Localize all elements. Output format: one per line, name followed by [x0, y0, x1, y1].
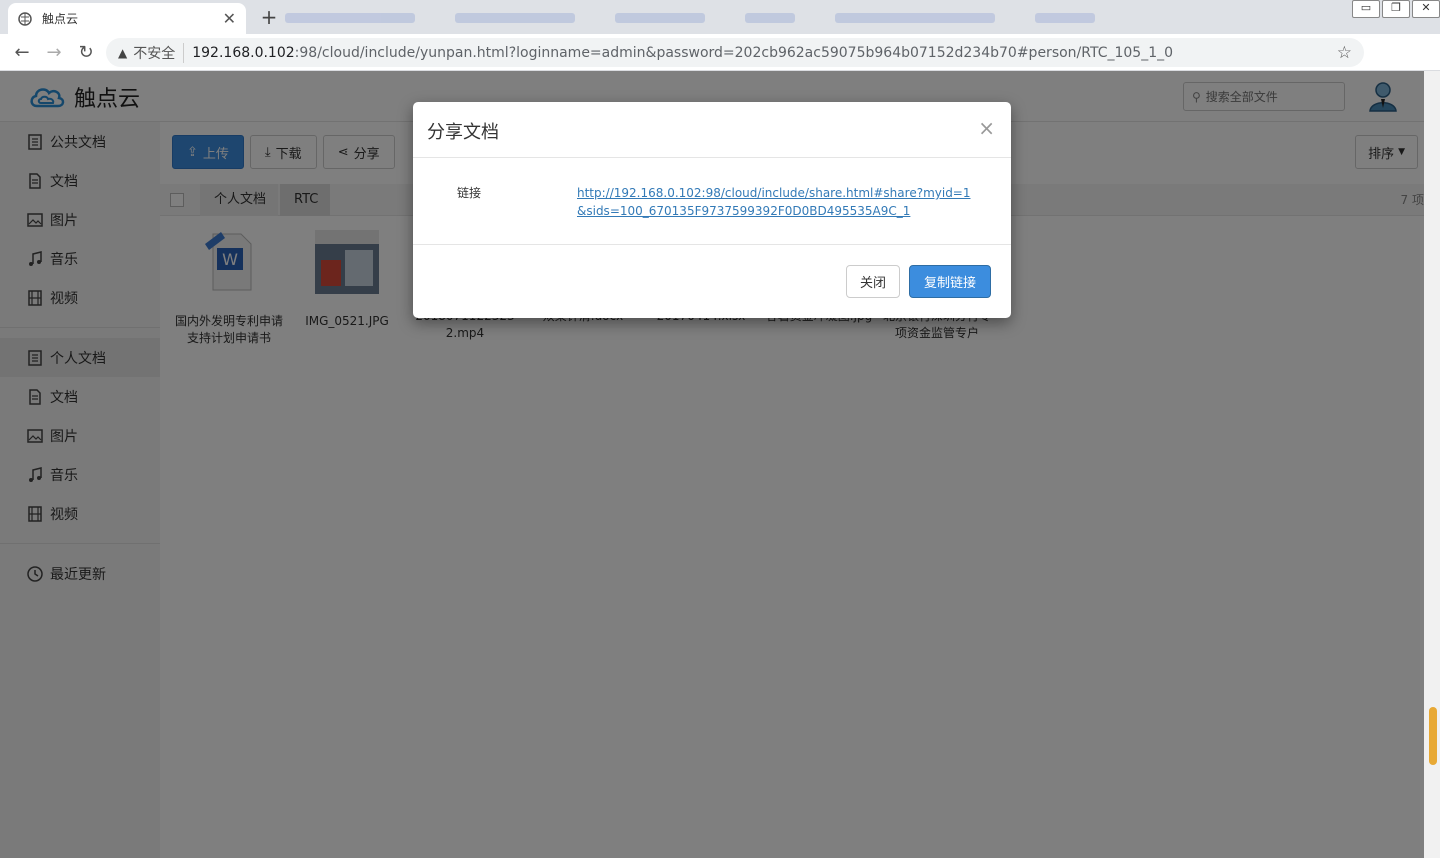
url-path: :98/cloud/include/yunpan.html?loginname=… [294, 44, 1174, 61]
forward-arrow-icon[interactable]: → [38, 42, 70, 63]
bookmark-star-icon[interactable]: ☆ [1337, 43, 1352, 63]
close-window-icon[interactable]: ✕ [1412, 0, 1440, 18]
back-arrow-icon[interactable]: ← [6, 42, 38, 63]
dialog-title: 分享文档 [427, 122, 499, 143]
url-host: 192.168.0.102 [192, 44, 295, 61]
scrollbar-thumb[interactable] [1429, 707, 1437, 765]
window-controls: ▭ ❐ ✕ [1352, 0, 1440, 18]
close-button[interactable]: 关闭 [846, 265, 900, 298]
address-bar[interactable]: ▲ 不安全 192.168.0.102:98/cloud/include/yun… [106, 38, 1364, 67]
tab-title: 触点云 [42, 12, 79, 26]
reload-icon[interactable]: ↻ [70, 42, 102, 63]
background-tabs[interactable] [285, 8, 1315, 28]
dialog-footer: 关闭 复制链接 [413, 245, 1011, 317]
share-link[interactable]: http://192.168.0.102:98/cloud/include/sh… [577, 184, 977, 220]
tab-close-icon[interactable]: ✕ [223, 9, 236, 28]
browser-toolbar: ← → ↻ ▲ 不安全 192.168.0.102:98/cloud/inclu… [0, 34, 1440, 97]
close-icon[interactable]: × [978, 116, 995, 140]
insecure-label[interactable]: 不安全 [133, 42, 185, 63]
warning-triangle-icon: ▲ [118, 45, 128, 60]
copy-link-button[interactable]: 复制链接 [909, 265, 991, 298]
restore-window-icon[interactable]: ❐ [1382, 0, 1410, 18]
new-tab-button[interactable]: + [256, 6, 282, 30]
globe-icon [18, 11, 32, 26]
minimize-window-icon[interactable]: ▭ [1352, 0, 1380, 18]
browser-tab-strip: 触点云 ✕ + ▭ ❐ ✕ [0, 0, 1440, 34]
page-scrollbar[interactable] [1424, 71, 1440, 858]
dialog-header: 分享文档 × [413, 102, 1011, 158]
url-text[interactable]: 192.168.0.102:98/cloud/include/yunpan.ht… [192, 45, 1337, 61]
browser-tab-active[interactable]: 触点云 ✕ [8, 3, 246, 34]
dialog-body: 链接 http://192.168.0.102:98/cloud/include… [413, 158, 1011, 245]
link-label: 链接 [457, 186, 482, 200]
share-dialog: 分享文档 × 链接 http://192.168.0.102:98/cloud/… [413, 102, 1011, 318]
